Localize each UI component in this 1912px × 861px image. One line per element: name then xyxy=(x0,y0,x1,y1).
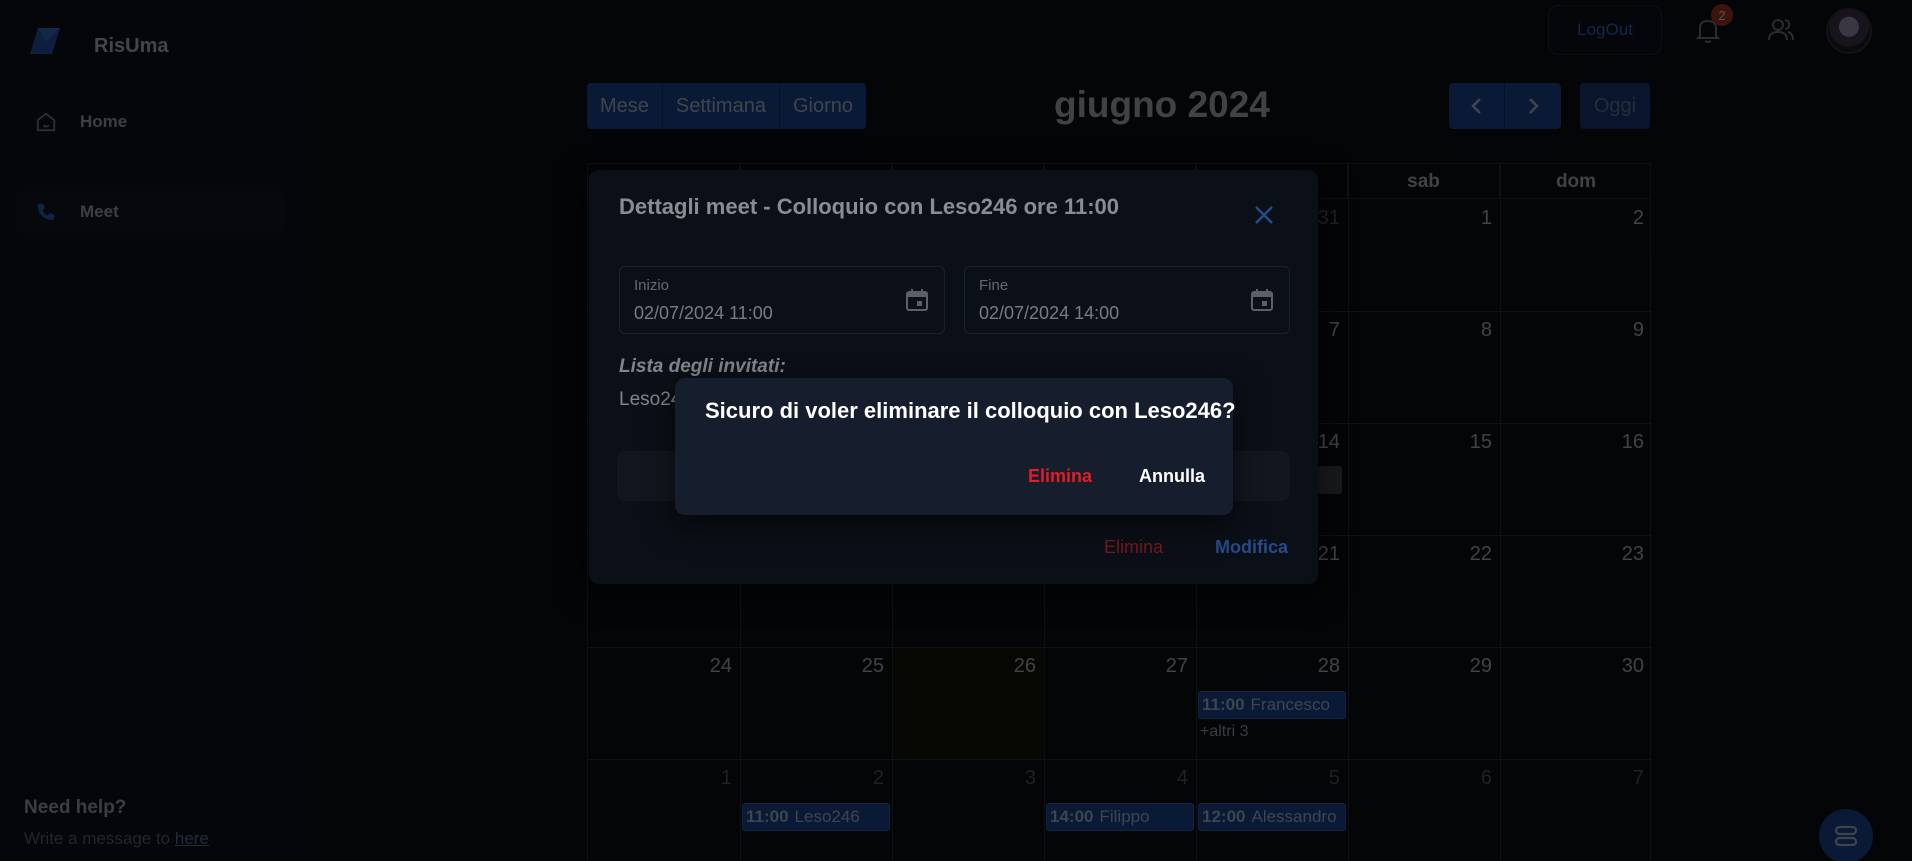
confirm-cancel-button[interactable]: Annulla xyxy=(1139,466,1205,487)
confirm-delete-dialog: Sicuro di voler eliminare il colloquio c… xyxy=(675,378,1236,515)
confirm-message: Sicuro di voler eliminare il colloquio c… xyxy=(705,398,1236,423)
app-root: RisUma Home Meet Need help? Write a mess… xyxy=(0,0,1912,861)
confirm-delete-button[interactable]: Elimina xyxy=(1028,466,1092,487)
